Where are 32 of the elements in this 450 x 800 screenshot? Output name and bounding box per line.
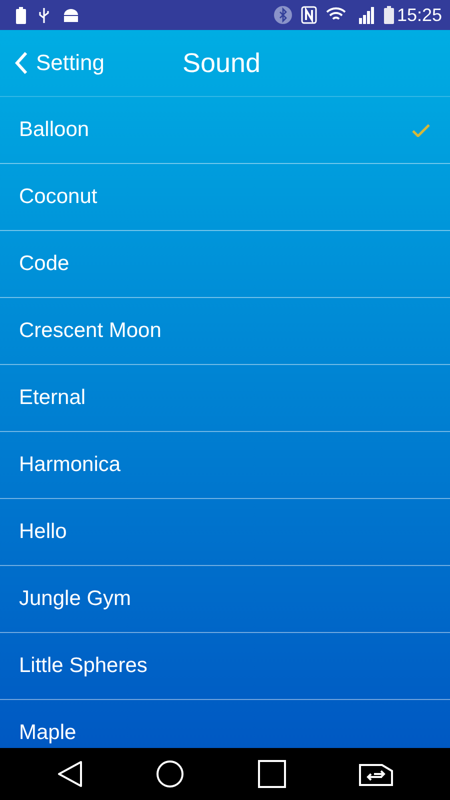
battery-icon — [16, 6, 26, 24]
sound-name: Balloon — [19, 118, 90, 142]
back-icon[interactable] — [56, 760, 83, 788]
sim-swap-icon[interactable] — [359, 762, 394, 786]
sound-name: Code — [19, 252, 70, 276]
sound-name: Jungle Gym — [19, 587, 132, 611]
battery-icon — [384, 6, 394, 24]
nfc-icon — [300, 6, 317, 24]
sound-name: Crescent Moon — [19, 319, 162, 343]
sound-item[interactable]: Crescent Moon — [0, 298, 450, 365]
sound-name: Coconut — [19, 185, 98, 209]
sound-item[interactable]: Little Spheres — [0, 633, 450, 700]
sound-item[interactable]: Eternal — [0, 365, 450, 432]
sound-item[interactable]: Jungle Gym — [0, 566, 450, 633]
sound-name: Maple — [19, 721, 76, 745]
clock-time: 15:25 — [396, 4, 442, 26]
sound-item[interactable]: Coconut — [0, 164, 450, 231]
sound-item[interactable]: Harmonica — [0, 432, 450, 499]
sound-name: Hello — [19, 520, 67, 544]
chevron-left-icon — [14, 51, 28, 75]
sound-item[interactable]: Code — [0, 231, 450, 298]
screen-title: Sound — [182, 48, 261, 78]
sound-name: Eternal — [19, 386, 86, 410]
back-button[interactable]: Setting — [0, 50, 104, 76]
recents-icon[interactable] — [258, 760, 286, 788]
bluetooth-icon — [274, 6, 292, 24]
usb-icon — [38, 6, 50, 24]
sound-item[interactable]: Balloon — [0, 96, 450, 164]
sound-name: Little Spheres — [19, 654, 148, 678]
sound-item[interactable]: Hello — [0, 499, 450, 566]
home-icon[interactable] — [156, 760, 184, 788]
sound-name: Harmonica — [19, 453, 121, 477]
